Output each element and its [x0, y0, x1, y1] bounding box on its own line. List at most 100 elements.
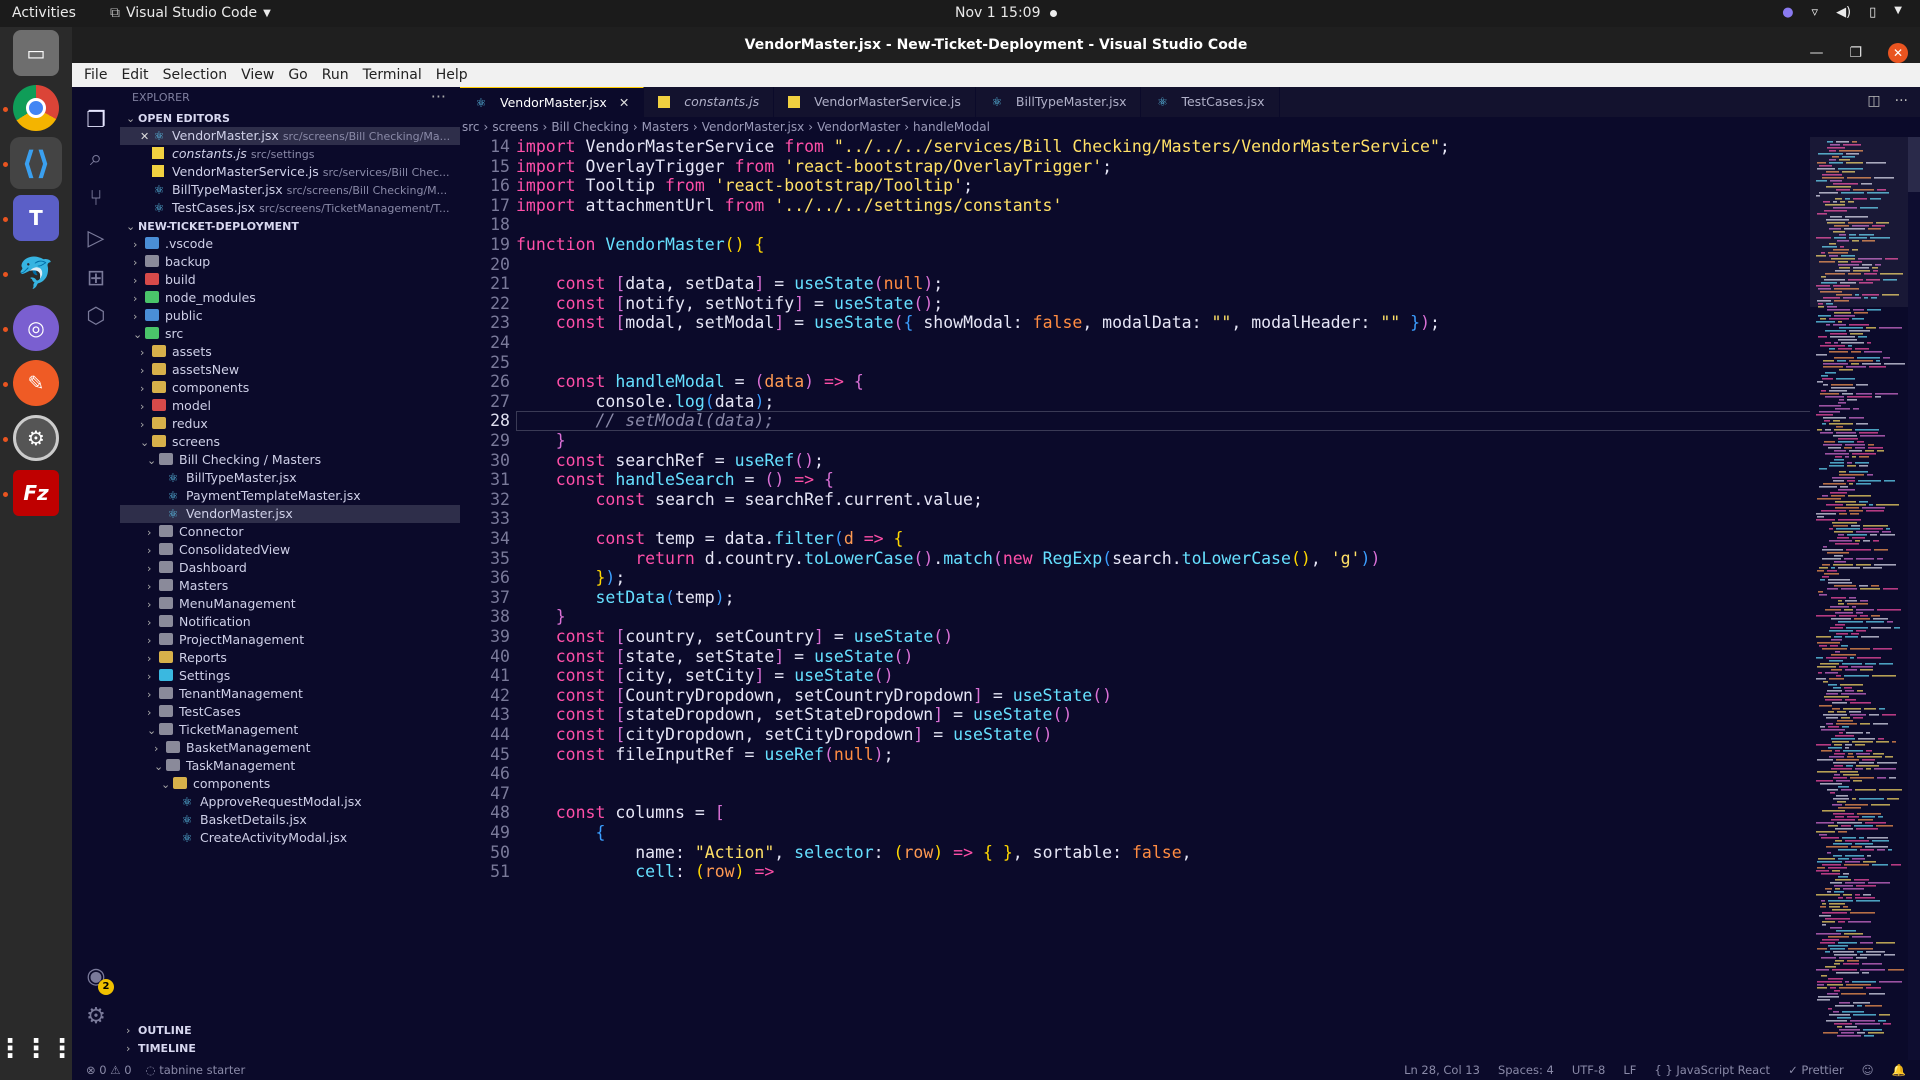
minimap-viewport-slider[interactable]: [1810, 137, 1920, 307]
code-line[interactable]: 24: [460, 333, 1860, 353]
code-line[interactable]: 32 const search = searchRef.current.valu…: [460, 490, 1860, 510]
code-line[interactable]: 20: [460, 255, 1860, 275]
code-line[interactable]: 15 import OverlayTrigger from 'react-boot…: [460, 157, 1860, 177]
tree-folder[interactable]: › Notification: [120, 613, 460, 631]
menu-file[interactable]: File: [78, 67, 115, 83]
menu-view[interactable]: View: [235, 67, 282, 83]
extensions-icon[interactable]: ⊞: [82, 265, 110, 293]
code-line[interactable]: 41 const [city, setCity] = useState(): [460, 666, 1860, 686]
tree-file[interactable]: ⚛ BasketDetails.jsx: [120, 811, 460, 829]
tree-file[interactable]: ⚛ PaymentTemplateMaster.jsx: [120, 487, 460, 505]
editor-tab[interactable]: ⚛ TestCases.jsx: [1141, 87, 1280, 117]
menu-terminal[interactable]: Terminal: [357, 67, 430, 83]
vertical-scrollbar[interactable]: [1908, 137, 1920, 1060]
menu-run[interactable]: Run: [316, 67, 357, 83]
code-line[interactable]: 22 const [notify, setNotify] = useState(…: [460, 294, 1860, 314]
split-editor-icon[interactable]: ◫: [1867, 93, 1880, 109]
code-line[interactable]: 42 const [CountryDropdown, setCountryDro…: [460, 686, 1860, 706]
code-line[interactable]: 44 const [cityDropdown, setCityDropdown]…: [460, 725, 1860, 745]
postman-app-icon[interactable]: ✎: [10, 357, 62, 409]
chevron-down-icon[interactable]: ▼: [1894, 5, 1902, 20]
open-editor-item[interactable]: constants.js src/settings: [120, 145, 460, 163]
code-line[interactable]: 45 const fileInputRef = useRef(null);: [460, 745, 1860, 765]
code-line[interactable]: 48 const columns = [: [460, 803, 1860, 823]
battery-icon[interactable]: ▯: [1869, 5, 1876, 20]
breadcrumb-item[interactable]: handleModal: [913, 120, 990, 134]
remote-explorer-icon[interactable]: ⬡: [82, 303, 110, 331]
breadcrumb-item[interactable]: VendorMaster.jsx: [702, 120, 805, 134]
volume-icon[interactable]: ◀): [1836, 5, 1851, 20]
system-tray[interactable]: ● ▿ ◀) ▯ ▼: [1782, 5, 1902, 20]
tree-file[interactable]: ⚛ VendorMaster.jsx: [120, 505, 460, 523]
settings-app-icon[interactable]: ⚙: [10, 412, 62, 464]
tree-folder[interactable]: › Settings: [120, 667, 460, 685]
tree-folder[interactable]: › components: [120, 379, 460, 397]
menu-help[interactable]: Help: [430, 67, 476, 83]
end-of-line[interactable]: LF: [1623, 1060, 1636, 1080]
code-line[interactable]: 14 import VendorMasterService from "../..…: [460, 137, 1860, 157]
code-line[interactable]: 26 const handleModal = (data) => {: [460, 372, 1860, 392]
indentation[interactable]: Spaces: 4: [1498, 1060, 1554, 1080]
tree-folder[interactable]: › ConsolidatedView: [120, 541, 460, 559]
open-editor-item[interactable]: ⚛ BillTypeMaster.jsx src/screens/Bill Chec…: [120, 181, 460, 199]
tree-folder[interactable]: › MenuManagement: [120, 595, 460, 613]
menu-go[interactable]: Go: [282, 67, 315, 83]
code-line[interactable]: 38 }: [460, 607, 1860, 627]
code-line[interactable]: 47: [460, 784, 1860, 804]
tree-folder[interactable]: ⌄ src: [120, 325, 460, 343]
teams-tray-icon[interactable]: ●: [1782, 5, 1793, 20]
scrollbar-thumb[interactable]: [1908, 137, 1920, 192]
code-line[interactable]: 29 }: [460, 431, 1860, 451]
network-app-icon[interactable]: ◎: [10, 302, 62, 354]
code-line[interactable]: 39 const [country, setCountry] = useStat…: [460, 627, 1860, 647]
filezilla-app-icon[interactable]: Fz: [10, 467, 62, 519]
chrome-app-icon[interactable]: [10, 82, 62, 134]
tree-folder[interactable]: ⌄ TicketManagement: [120, 721, 460, 739]
code-line[interactable]: 40 const [state, setState] = useState(): [460, 647, 1860, 667]
teams-app-icon[interactable]: T: [10, 192, 62, 244]
code-line[interactable]: 34 const temp = data.filter(d => {: [460, 529, 1860, 549]
vscode-app-icon[interactable]: ⟨⟩: [10, 137, 62, 189]
activities-button[interactable]: Activities: [12, 5, 76, 21]
window-titlebar[interactable]: VendorMaster.jsx - New-Ticket-Deployment…: [72, 27, 1920, 63]
breadcrumb-item[interactable]: Masters: [642, 120, 689, 134]
source-control-icon[interactable]: ⑂: [82, 185, 110, 213]
code-line[interactable]: 25: [460, 353, 1860, 373]
code-line[interactable]: 33: [460, 509, 1860, 529]
close-icon[interactable]: ✕: [140, 128, 152, 145]
tree-folder[interactable]: › ProjectManagement: [120, 631, 460, 649]
tree-folder[interactable]: › TestCases: [120, 703, 460, 721]
code-line[interactable]: 51 cell: (row) =>: [460, 862, 1860, 882]
tree-folder[interactable]: ⌄ components: [120, 775, 460, 793]
code-line[interactable]: 50 name: "Action", selector: (row) => { …: [460, 843, 1860, 863]
tree-folder[interactable]: › model: [120, 397, 460, 415]
breadcrumb-item[interactable]: VendorMaster: [817, 120, 900, 134]
tree-folder[interactable]: ⌄ Bill Checking / Masters: [120, 451, 460, 469]
tree-folder[interactable]: › build: [120, 271, 460, 289]
tree-folder[interactable]: › node_modules: [120, 289, 460, 307]
menu-selection[interactable]: Selection: [157, 67, 236, 83]
show-apps-grid-icon[interactable]: ⋮⋮⋮: [0, 1023, 75, 1075]
tree-folder[interactable]: › assetsNew: [120, 361, 460, 379]
problems-indicator[interactable]: ⊗ 0 ⚠ 0: [86, 1060, 132, 1080]
code-line[interactable]: 16 import Tooltip from 'react-bootstrap/T…: [460, 176, 1860, 196]
cursor-position[interactable]: Ln 28, Col 13: [1404, 1060, 1480, 1080]
code-line[interactable]: 23 const [modal, setModal] = useState({ …: [460, 313, 1860, 333]
code-line[interactable]: 30 const searchRef = useRef();: [460, 451, 1860, 471]
code-line[interactable]: 31 const handleSearch = () => {: [460, 470, 1860, 490]
notifications-bell-icon[interactable]: 🔔: [1892, 1060, 1906, 1080]
breadcrumb-item[interactable]: src: [462, 120, 480, 134]
language-mode[interactable]: { } JavaScript React: [1654, 1060, 1770, 1080]
editor-tab[interactable]: ⚛ VendorMaster.jsx ✕: [460, 87, 645, 117]
code-line[interactable]: 27 console.log(data);: [460, 392, 1860, 412]
tree-folder[interactable]: › Reports: [120, 649, 460, 667]
project-section[interactable]: ⌄ NEW-TICKET-DEPLOYMENT: [120, 217, 460, 235]
breadcrumb-item[interactable]: screens: [492, 120, 538, 134]
tree-file[interactable]: ⚛ CreateActivityModal.jsx: [120, 829, 460, 847]
tree-folder[interactable]: › Masters: [120, 577, 460, 595]
open-editor-item[interactable]: ⚛ TestCases.jsx src/screens/TicketManageme…: [120, 199, 460, 217]
tree-folder[interactable]: ⌄ TaskManagement: [120, 757, 460, 775]
tree-folder[interactable]: › Dashboard: [120, 559, 460, 577]
tree-folder[interactable]: ⌄ screens: [120, 433, 460, 451]
code-line[interactable]: 18: [460, 215, 1860, 235]
